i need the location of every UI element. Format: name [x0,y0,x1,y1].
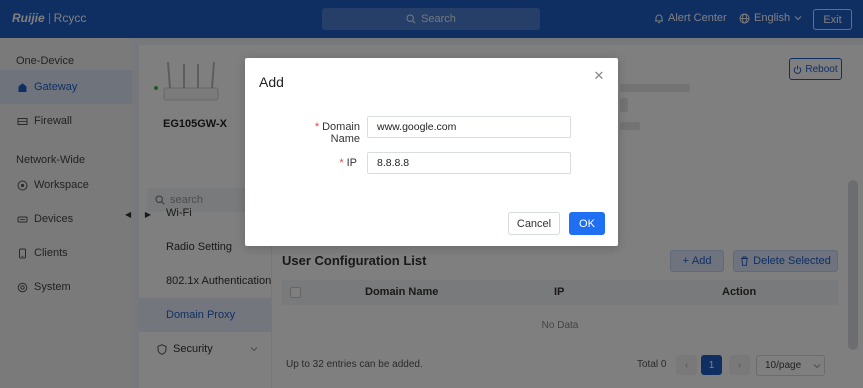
required-marker: * [314,121,320,133]
domain-name-label: * Domain Name [285,121,360,145]
add-dialog: Add ✕ * Domain Name www.google.com * IP 8.… [245,58,618,246]
required-marker: * [339,157,344,169]
domain-name-input[interactable]: www.google.com [367,116,571,138]
domain-name-label-text: Domain Name [322,121,360,145]
dialog-title: Add [259,74,284,90]
ip-input[interactable]: 8.8.8.8 [367,152,571,174]
ip-label-text: IP [346,157,357,169]
ip-label: * IP [285,157,357,169]
close-icon[interactable]: ✕ [593,68,605,83]
cancel-button[interactable]: Cancel [508,212,560,235]
ok-button[interactable]: OK [569,212,605,235]
